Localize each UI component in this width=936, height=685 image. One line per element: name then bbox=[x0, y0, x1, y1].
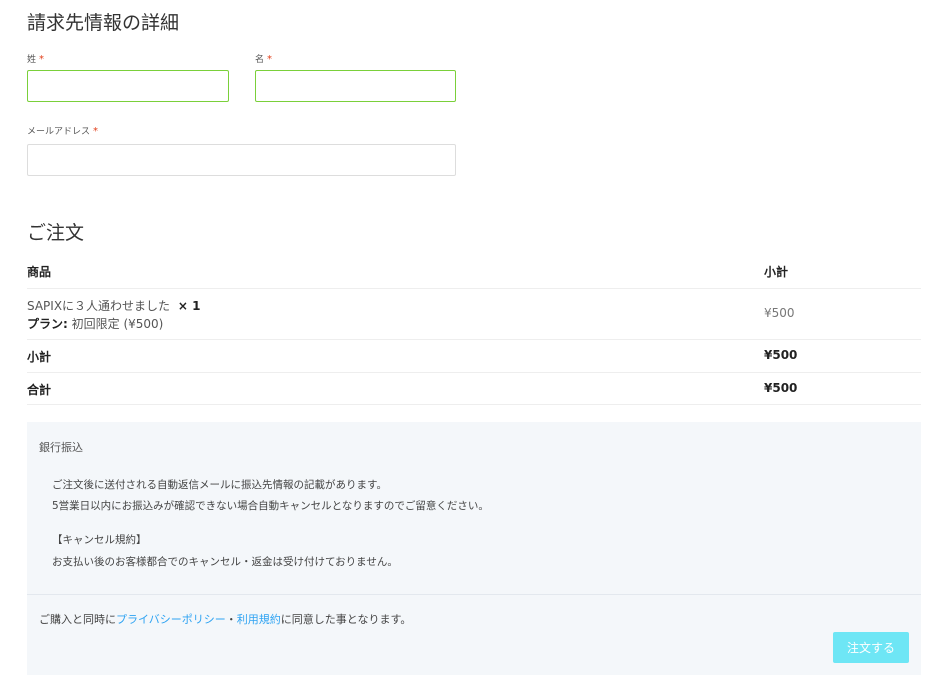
cart-item-name-line: SAPIXに３人通わせました × 1 bbox=[27, 297, 200, 314]
table-header-row: 商品 小計 bbox=[27, 254, 921, 289]
email-label: メールアドレス * bbox=[27, 124, 98, 137]
subtotal-value: ¥500 bbox=[764, 348, 798, 362]
required-mark: * bbox=[93, 126, 99, 137]
total-label: 合計 bbox=[27, 383, 52, 397]
last-name-input[interactable] bbox=[27, 70, 229, 102]
required-mark: * bbox=[39, 54, 45, 65]
privacy-policy-link[interactable]: プライバシーポリシー bbox=[116, 613, 226, 626]
cancellation-policy-heading: 【キャンセル規約】 bbox=[52, 534, 147, 546]
last-name-label-text: 姓 bbox=[27, 55, 37, 65]
terms-notice: ご購入と同時にプライバシーポリシー・利用規約に同意した事となります。 bbox=[39, 611, 411, 627]
terms-prefix: ご購入と同時に bbox=[39, 613, 116, 626]
subtotal-row: 小計 ¥500 bbox=[27, 340, 921, 373]
first-name-input[interactable] bbox=[255, 70, 456, 102]
payment-method-bacs[interactable]: 銀行振込 bbox=[39, 439, 83, 455]
email-input[interactable] bbox=[27, 144, 456, 176]
first-name-label: 名 * bbox=[255, 52, 272, 65]
last-name-label: 姓 * bbox=[27, 52, 44, 65]
payment-box: 銀行振込 ご注文後に送付される自動返信メールに振込先情報の記載があります。 5営… bbox=[27, 422, 921, 675]
cart-item-price: ¥500 bbox=[764, 306, 795, 320]
first-name-label-text: 名 bbox=[255, 55, 265, 65]
cart-item-qty: × 1 bbox=[177, 299, 201, 313]
cart-item-row: SAPIXに３人通わせました × 1 プラン: 初回限定 (¥500) ¥500 bbox=[27, 289, 921, 340]
cancellation-policy-text: お支払い後のお客様都合でのキャンセル・返金は受け付けておりません。 bbox=[52, 556, 398, 568]
terms-of-use-link[interactable]: 利用規約 bbox=[237, 613, 281, 626]
cart-item-plan-line: プラン: 初回限定 (¥500) bbox=[27, 315, 163, 332]
total-value: ¥500 bbox=[764, 381, 798, 395]
order-review-table: 商品 小計 SAPIXに３人通わせました × 1 プラン: 初回限定 (¥500… bbox=[27, 254, 921, 405]
plan-value: 初回限定 (¥500) bbox=[71, 317, 164, 331]
billing-title: 請求先情報の詳細 bbox=[27, 12, 180, 34]
terms-separator: ・ bbox=[225, 613, 237, 626]
order-title: ご注文 bbox=[27, 222, 85, 244]
plan-label: プラン: bbox=[27, 317, 68, 331]
subtotal-label: 小計 bbox=[27, 350, 52, 364]
cart-item-name: SAPIXに３人通わせました bbox=[27, 299, 171, 313]
payment-description-line: ご注文後に送付される自動返信メールに振込先情報の記載があります。 bbox=[52, 479, 387, 491]
payment-description-line: 5営業日以内にお振込みが確認できない場合自動キャンセルとなりますのでご留意くださ… bbox=[52, 500, 489, 512]
email-label-text: メールアドレス bbox=[27, 127, 91, 137]
divider bbox=[27, 594, 921, 595]
terms-suffix: に同意した事となります。 bbox=[280, 613, 412, 626]
required-mark: * bbox=[267, 54, 273, 65]
total-row: 合計 ¥500 bbox=[27, 373, 921, 405]
subtotal-column-header: 小計 bbox=[764, 265, 789, 279]
place-order-button[interactable]: 注文する bbox=[833, 632, 909, 663]
product-column-header: 商品 bbox=[27, 265, 52, 279]
